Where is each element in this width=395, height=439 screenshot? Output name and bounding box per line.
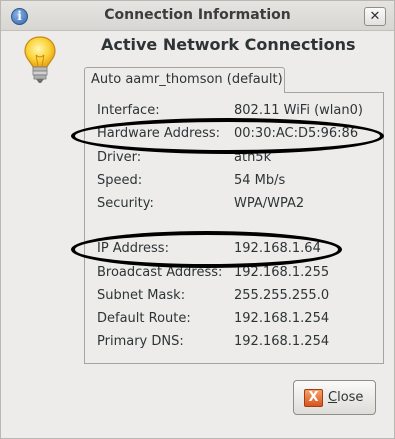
detail-row-ip-address: IP Address: 192.168.1.64 [97,241,387,259]
detail-label: Subnet Mask: [97,288,186,303]
close-button-label: Close [328,390,363,405]
detail-value: 192.168.1.254 [234,311,330,326]
detail-value: 255.255.255.0 [234,288,330,303]
close-button-mnemonic: C [328,390,338,405]
detail-label: Primary DNS: [97,334,184,349]
detail-label: IP Address: [97,241,169,256]
close-button-label-rest: lose [337,390,364,405]
detail-row-driver: Driver: ath5k [97,150,387,168]
detail-value: ath5k [234,150,272,165]
detail-label: Hardware Address: [97,126,221,141]
detail-row-speed: Speed: 54 Mb/s [97,173,387,191]
detail-value: 802.11 WiFi (wlan0) [234,103,363,118]
detail-row-broadcast-address: Broadcast Address: 192.168.1.255 [97,265,387,283]
detail-value: 192.168.1.64 [234,241,321,256]
detail-row-default-route: Default Route: 192.168.1.254 [97,311,387,329]
connection-information-dialog: i Connection Information ✕ Active Networ… [0,0,395,439]
detail-value: 192.168.1.255 [234,265,330,280]
detail-label: Security: [97,196,154,211]
dialog-heading: Active Network Connections [101,35,356,54]
detail-value: 192.168.1.254 [234,334,330,349]
window-close-button[interactable]: ✕ [364,7,386,26]
close-button[interactable]: X Close [293,380,376,415]
detail-row-primary-dns: Primary DNS: 192.168.1.254 [97,334,387,352]
detail-label: Interface: [97,103,160,118]
close-icon: X [304,389,323,407]
title-bar[interactable]: i Connection Information ✕ [1,1,394,31]
detail-row-subnet-mask: Subnet Mask: 255.255.255.0 [97,288,387,306]
detail-label: Speed: [97,173,143,188]
lightbulb-icon [24,36,56,83]
detail-label: Driver: [97,150,142,165]
detail-row-interface: Interface: 802.11 WiFi (wlan0) [97,103,387,121]
detail-label: Broadcast Address: [97,265,223,280]
detail-value: 00:30:AC:D5:96:86 [234,126,359,141]
window-title: Connection Information [104,7,291,23]
detail-row-security: Security: WPA/WPA2 [97,196,387,214]
detail-value: 54 Mb/s [234,173,286,188]
detail-row-hardware-address: Hardware Address: 00:30:AC:D5:96:86 [97,126,387,144]
tab-connection[interactable]: Auto aamr_thomson (default) [84,67,285,93]
detail-label: Default Route: [97,311,191,326]
detail-value: WPA/WPA2 [234,196,305,211]
